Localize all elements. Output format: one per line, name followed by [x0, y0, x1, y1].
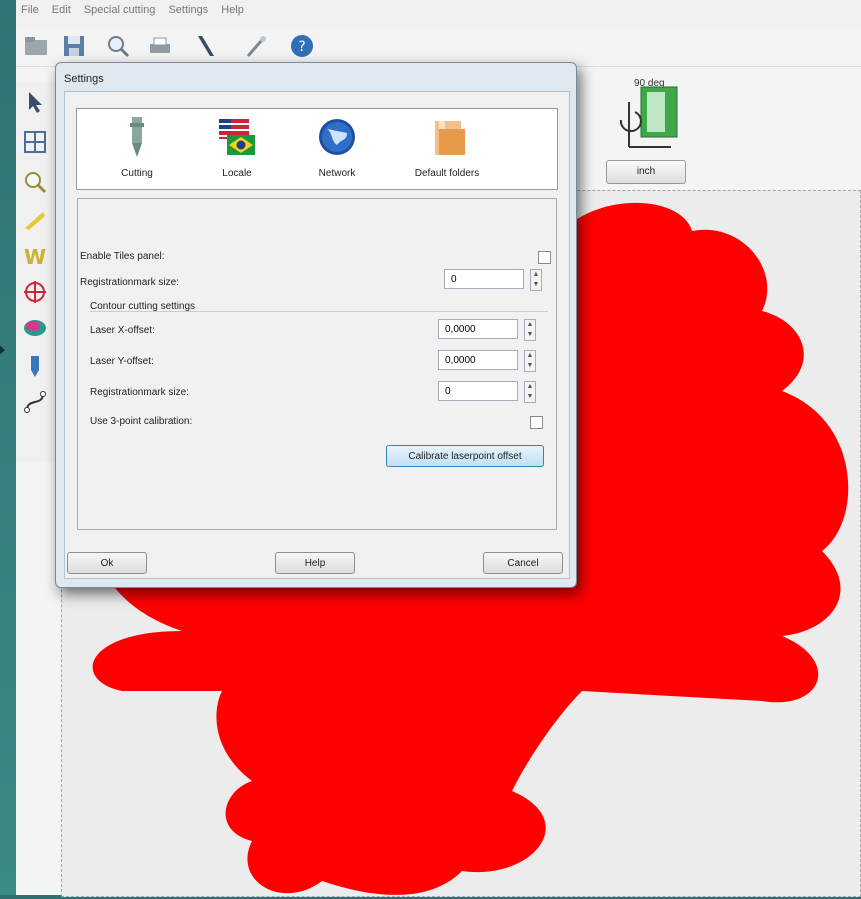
registrationmark-size-input[interactable]	[444, 269, 524, 289]
three-point-calibration-label: Use 3-point calibration:	[90, 416, 193, 427]
open-folder-icon[interactable]	[22, 32, 50, 60]
dialog-title: Settings	[64, 73, 104, 85]
knife-icon[interactable]	[192, 32, 220, 60]
zoom-icon[interactable]	[104, 32, 132, 60]
menu-edit[interactable]: Edit	[52, 4, 71, 16]
tab-default-folders[interactable]: Default folders	[387, 113, 507, 185]
registrationmark-size-label: Registrationmark size:	[80, 277, 179, 288]
globe-icon	[319, 119, 355, 155]
flags-icon	[219, 119, 255, 155]
svg-text:W: W	[24, 245, 46, 269]
tab-label: Network	[318, 168, 356, 179]
tab-network[interactable]: Network	[287, 113, 387, 185]
laser-x-offset-input[interactable]	[438, 319, 518, 339]
contour-registrationmark-size-label: Registrationmark size:	[90, 387, 189, 398]
magic-wand-icon[interactable]	[242, 32, 270, 60]
cutting-settings-panel: Enable Tiles panel: Registrationmark siz…	[77, 198, 557, 530]
laser-y-offset-input[interactable]	[438, 350, 518, 370]
spinner-arrows[interactable]: ▲ ▼	[524, 319, 536, 341]
tab-cutting[interactable]: Cutting	[87, 113, 187, 185]
tab-label: Cutting	[121, 168, 153, 179]
group-divider	[90, 311, 548, 312]
save-icon[interactable]	[60, 32, 88, 60]
settings-tab-bar: Cutting Locale Network Default folders	[76, 108, 558, 190]
calibrate-laserpoint-offset-button[interactable]: Calibrate laserpoint offset	[386, 445, 544, 467]
unit-button[interactable]: inch	[606, 160, 686, 184]
pointer-icon[interactable]	[21, 88, 49, 116]
pen-icon[interactable]	[21, 206, 49, 234]
cutter-tool-icon	[130, 117, 144, 157]
spinner-arrows[interactable]: ▲ ▼	[524, 381, 536, 403]
help-icon[interactable]: ?	[288, 32, 316, 60]
ok-button[interactable]: Ok	[67, 552, 147, 574]
zoom-tool-icon[interactable]	[21, 168, 49, 196]
help-button[interactable]: Help	[275, 552, 355, 574]
enable-tiles-checkbox[interactable]	[538, 251, 551, 264]
node-edit-icon[interactable]	[21, 388, 49, 416]
menu-special-cutting[interactable]: Special cutting	[84, 4, 156, 16]
menu-bar: File Edit Special cutting Settings Help	[16, 0, 861, 28]
spinner-arrows[interactable]: ▲ ▼	[530, 269, 542, 291]
menu-file[interactable]: File	[21, 4, 39, 16]
target-icon[interactable]	[21, 278, 49, 306]
left-toolbox: W	[16, 82, 57, 462]
settings-dialog: Settings Cutting Locale Network Default …	[55, 62, 577, 588]
svg-text:?: ?	[298, 39, 305, 55]
laser-y-offset-label: Laser Y-offset:	[90, 356, 154, 367]
enable-tiles-label: Enable Tiles panel:	[80, 251, 165, 262]
three-point-calibration-checkbox[interactable]	[530, 416, 543, 429]
grid-icon[interactable]	[21, 128, 49, 156]
cancel-button[interactable]: Cancel	[483, 552, 563, 574]
cutter-tool-icon[interactable]	[21, 352, 49, 380]
menu-help[interactable]: Help	[221, 4, 244, 16]
folder-icon	[435, 121, 465, 155]
contour-registrationmark-size-input[interactable]	[438, 381, 518, 401]
print-icon[interactable]	[146, 32, 174, 60]
laser-x-offset-label: Laser X-offset:	[90, 325, 155, 336]
dialog-body: Cutting Locale Network Default folders E…	[64, 91, 570, 579]
spinner-arrows[interactable]: ▲ ▼	[524, 350, 536, 372]
color-fill-icon[interactable]	[21, 314, 49, 342]
text-tool-icon[interactable]: W	[21, 242, 49, 270]
tab-label: Locale	[222, 168, 252, 179]
tab-locale[interactable]: Locale	[187, 113, 287, 185]
tab-label: Default folders	[414, 168, 480, 179]
menu-settings[interactable]: Settings	[168, 4, 208, 16]
